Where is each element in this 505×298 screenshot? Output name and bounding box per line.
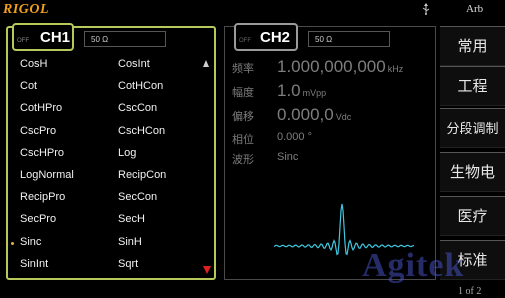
waveform-item[interactable]: SecPro [20,213,56,225]
waveform-item[interactable]: RecipPro [20,191,65,203]
waveform-item[interactable]: CosInt [118,58,150,70]
selected-indicator [11,242,14,245]
waveform-item[interactable]: CscPro [20,125,56,137]
ch2-tab-label: CH2 [260,29,291,46]
softkey-1[interactable]: 工程 [440,66,505,106]
phase-value[interactable]: 0.000 ° [277,131,312,143]
brand-logo: RIGOL [3,2,50,17]
waveform-item[interactable]: Sinc [20,236,41,248]
waveform-item[interactable]: Sqrt [118,258,138,270]
waveform-item[interactable]: CotHPro [20,102,62,114]
waveform-item[interactable]: CosH [20,58,48,70]
waveform-item[interactable]: Log [118,147,136,159]
waveform-item[interactable]: SecH [118,213,145,225]
offset-number: 0.000,0 [277,105,334,124]
ch1-tab-label: CH1 [40,29,71,46]
waveform-item[interactable]: LogNormal [20,169,74,181]
page-indicator: 1 of 2 [458,286,482,297]
phase-label: 相位 [232,134,254,146]
ch1-impedance: 50 Ω [84,31,166,47]
ch1-tab[interactable]: OFF CH1 [12,23,74,51]
wave-label: 波形 [232,154,254,166]
ch1-output-state: OFF [17,38,29,44]
freq-unit: kHz [387,64,404,74]
waveform-item[interactable]: RecipCon [118,169,166,181]
amp-value[interactable]: 1.0 mVpp [277,81,326,101]
waveform-item[interactable]: CscCon [118,102,157,114]
waveform-item[interactable]: SecCon [118,191,157,203]
scroll-up-arrow-icon[interactable] [203,60,209,67]
softkey-3[interactable]: 生物电 [440,152,505,192]
ch2-impedance: 50 Ω [308,31,390,47]
waveform-item[interactable]: CscHPro [20,147,64,159]
watermark-logo: Agitek [362,247,465,284]
freq-number: 1.000,000,000 [277,57,386,76]
ch2-tab[interactable]: OFF CH2 [234,23,298,51]
waveform-item[interactable]: SinInt [20,258,48,270]
amp-number: 1.0 [277,81,301,100]
waveform-item[interactable]: SinH [118,236,142,248]
freq-label: 频率 [232,63,254,75]
offset-label: 偏移 [232,111,254,123]
amp-label: 幅度 [232,87,254,99]
waveform-item[interactable]: Cot [20,80,37,92]
offset-value[interactable]: 0.000,0 Vdc [277,105,351,125]
scroll-down-arrow-icon[interactable] [203,266,211,274]
waveform-item[interactable]: CotHCon [118,80,163,92]
softkey-0[interactable]: 常用 [440,26,505,66]
amp-unit: mVpp [302,88,327,98]
usb-icon [422,3,430,15]
softkey-2[interactable]: 分段调制 [440,108,505,148]
wave-value: Sinc [277,151,299,163]
mode-label: Arb [466,3,484,15]
offset-unit: Vdc [335,112,352,122]
screen: RIGOL Arb OFF CH1 50 Ω OFF CH2 50 Ω 频率 1… [0,0,505,298]
freq-value[interactable]: 1.000,000,000 kHz [277,57,403,77]
waveform-item[interactable]: CscHCon [118,125,165,137]
ch2-output-state: OFF [239,38,251,44]
softkey-4[interactable]: 医疗 [440,196,505,236]
